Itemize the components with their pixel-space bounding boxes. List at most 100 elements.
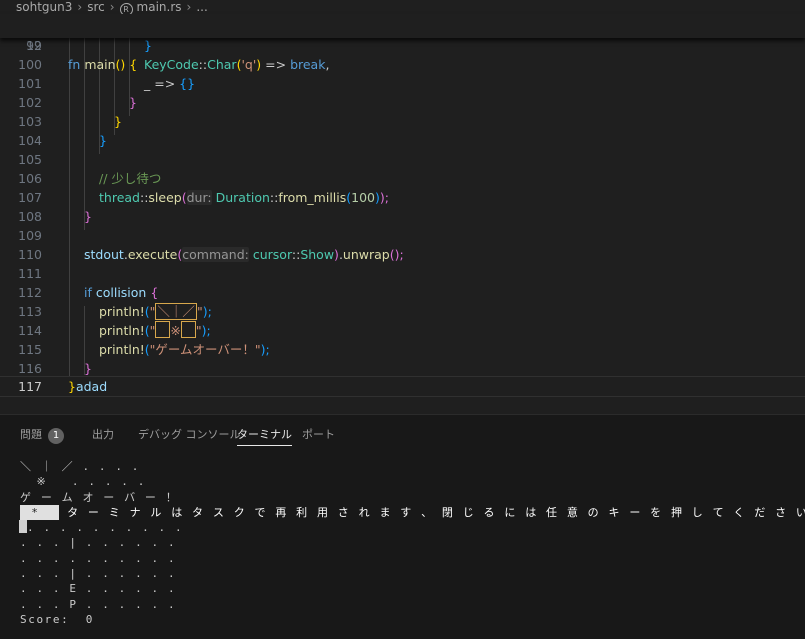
code-punct: () { (115, 57, 138, 72)
terminal[interactable]: ＼ ｜ ／ . . . . ※ . . . . . ゲ ー ム オ ー バ ー … (19, 459, 805, 627)
terminal-line: . . . | . . . . . . (20, 536, 177, 550)
terminal-line-text: . . . . . . . . . . (27, 521, 184, 535)
code-string: "ゲームオーバー！" (149, 342, 261, 357)
code-punct: ); (202, 304, 212, 319)
breadcrumb-folder[interactable]: sohtgun3 (16, 0, 72, 14)
code-punct: } (99, 133, 107, 148)
code-text: adad (75, 379, 108, 394)
code-punct: } (84, 209, 92, 224)
code-punct: } (114, 114, 122, 129)
code-type: thread (99, 190, 140, 205)
terminal-line: . . . P . . . . . . (20, 597, 177, 611)
line-number: 112 (18, 285, 42, 300)
line-number: 114 (18, 323, 42, 338)
code-type: cursor (252, 247, 292, 262)
terminal-line: . . . . . . . . . . (20, 551, 177, 565)
terminal-star-marker: * (20, 504, 59, 521)
chevron-right-icon: › (77, 0, 83, 14)
keyword: fn (68, 57, 81, 72)
line-number: 111 (18, 266, 42, 281)
code-punct: ); (379, 190, 389, 205)
code-variant: Char (207, 57, 237, 72)
code-string: ※ (170, 323, 181, 338)
code-variable: stdout (84, 247, 124, 262)
code-punct: :: (198, 57, 208, 72)
code-type: Duration (215, 190, 270, 205)
line-number: 110 (18, 247, 42, 262)
code-punct: ); (201, 323, 211, 338)
code-comment: // 少し待つ (99, 171, 162, 186)
breadcrumb-more[interactable]: ... (196, 0, 207, 14)
line-number: 12 (26, 38, 42, 53)
tab-terminal[interactable]: ターミナル (237, 426, 292, 446)
code-punct: } (129, 95, 137, 110)
terminal-line: ※ . . . . . (20, 475, 146, 489)
terminal-cursor (19, 520, 27, 534)
code-punct: {} (179, 76, 196, 91)
code-punct: ( (181, 190, 187, 205)
code-punct: { (150, 285, 159, 300)
tab-output[interactable]: 出力 (92, 426, 114, 442)
terminal-line: ＼ ｜ ／ . . . . (20, 460, 141, 473)
code-macro: println! (99, 304, 145, 319)
line-number: 117 (18, 379, 42, 394)
code-string-highlight: ＼｜／ (155, 303, 197, 320)
keyword: if (84, 285, 92, 300)
line-number: 102 (18, 95, 42, 110)
code-function: unwrap (342, 247, 390, 262)
terminal-reuse-line: * タ ー ミ ナ ル は タ ス ク で 再 利 用 さ れ ま す 、 閉 … (20, 504, 805, 521)
code-number: 100 (351, 190, 376, 205)
line-number: 109 (18, 228, 42, 243)
code-macro: println! (99, 342, 145, 357)
code-punct: } (144, 38, 152, 53)
breadcrumb-src[interactable]: src (87, 0, 105, 14)
terminal-line: Score: 0 (20, 612, 95, 626)
code-punct: } (68, 379, 76, 394)
bottom-panel: 問題 1 出力 デバッグ コンソール ターミナル ポート ＼ ｜ ／ . . . … (0, 414, 805, 639)
tab-debug-console[interactable]: デバッグ コンソール (138, 426, 241, 442)
code-punct: } (84, 361, 92, 376)
line-number: 103 (18, 114, 42, 129)
breadcrumb-file[interactable]: main.rs (137, 0, 182, 14)
code-punct: , (325, 57, 330, 72)
inlay-hint: command: (182, 247, 249, 262)
line-number: 116 (18, 361, 42, 376)
line-number: 115 (18, 342, 42, 357)
terminal-line: . . . E . . . . . . (20, 582, 177, 596)
terminal-line: . . . | . . . . . . (20, 567, 177, 581)
chevron-right-icon: › (109, 0, 115, 14)
code-variable: collision (95, 285, 147, 300)
line-number: 104 (18, 133, 42, 148)
terminal-line: . . . . . . . . . . (19, 520, 800, 535)
code-editor[interactable]: 12 fn main() { 99} 100 KeyCode::Char('q')… (0, 14, 805, 404)
line-number: 107 (18, 190, 42, 205)
chevron-right-icon: › (186, 0, 192, 14)
inlay-hint: dur: (186, 190, 212, 205)
code-type: Show (300, 247, 335, 262)
breadcrumb: sohtgun3 › src › Rmain.rs ›... (0, 0, 805, 16)
line-number: 106 (18, 171, 42, 186)
code-punct: => (261, 57, 291, 72)
current-line[interactable]: 117}adad (0, 376, 805, 397)
code-string: 'q' (241, 57, 257, 72)
sticky-scroll-header[interactable]: 12 fn main() { (0, 14, 805, 72)
terminal-reuse-message: タ ー ミ ナ ル は タ ス ク で 再 利 用 さ れ ま す 、 閉 じ … (58, 505, 805, 519)
code-text: _ => (144, 76, 180, 91)
line-number: 108 (18, 209, 42, 224)
code-type: KeyCode (144, 57, 199, 72)
code-macro: println! (99, 323, 145, 338)
code-punct: ); (260, 342, 270, 357)
terminal-line: ゲ ー ム オ ー バ ー ！ (20, 490, 179, 504)
invisible-char-highlight (180, 321, 196, 338)
line-number: 113 (18, 304, 42, 319)
keyword: break (290, 57, 326, 72)
panel-tabs: 問題 1 出力 デバッグ コンソール ターミナル ポート (0, 415, 805, 451)
invisible-char-highlight (155, 321, 171, 338)
tab-problems[interactable]: 問題 1 (20, 426, 64, 444)
code-function: from_millis (278, 190, 347, 205)
tab-label: 問題 (20, 428, 42, 441)
code-function: sleep (148, 190, 182, 205)
function-name: main (84, 57, 116, 72)
code-function: execute (127, 247, 178, 262)
tab-ports[interactable]: ポート (302, 426, 335, 442)
